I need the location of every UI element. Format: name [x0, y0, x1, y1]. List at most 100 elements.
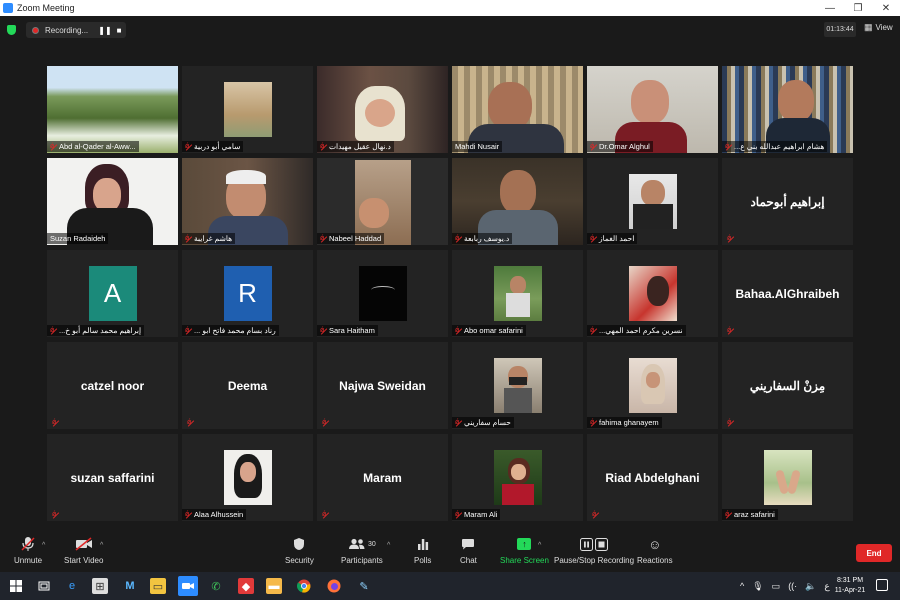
participant-tile[interactable]: Rǿ رناد بسام محمد فاتح ابو ... — [182, 250, 313, 337]
participant-tile[interactable]: إبراهيم أبوحماد ǿ — [722, 158, 853, 245]
chat-bubble-icon — [461, 536, 475, 552]
participant-tile[interactable]: ǿ araz safarini — [722, 434, 853, 521]
encryption-shield-icon[interactable] — [7, 25, 16, 35]
battery-icon[interactable]: ▭ — [772, 581, 781, 592]
participant-tile[interactable]: ǿ Dr.Omar Alghul — [587, 66, 718, 153]
participant-nametag: ǿ سامي أبو دربية — [182, 141, 244, 152]
folder-icon[interactable]: ▬ — [266, 578, 282, 594]
participant-tile[interactable]: Bahaa.AlGhraibeh ǿ — [722, 250, 853, 337]
stop-recording-button[interactable]: ■ — [112, 26, 126, 35]
task-view-icon[interactable] — [36, 578, 52, 594]
muted-mic-icon: ǿ — [52, 419, 59, 426]
taskbar-clock[interactable]: 8:31 PM 11-Apr-21 — [830, 576, 870, 596]
participant-tile[interactable]: ǿ Maram Ali — [452, 434, 583, 521]
participant-tile[interactable]: Najwa Sweidan ǿ — [317, 342, 448, 429]
participant-tile[interactable]: ǿ احمد الغماز — [587, 158, 718, 245]
participant-nametag: ǿ إبراهيم محمد سالم أبو خ... — [47, 325, 145, 336]
participant-nametag: ǿ د.يوسف ربابعة — [452, 233, 513, 244]
participant-display-name: catzel noor — [80, 378, 145, 393]
participant-display-name: Maram — [363, 470, 402, 485]
muted-mic-icon: ǿ — [727, 419, 734, 426]
polls-button[interactable]: Polls — [414, 536, 431, 565]
pause-stop-recording-label: Pause/Stop Recording — [554, 556, 635, 565]
whatsapp-icon[interactable]: ✆ — [208, 578, 224, 594]
video-options-caret-icon[interactable]: ^ — [100, 542, 103, 549]
pause-stop-recording-button[interactable]: Pause/Stop Recording — [554, 536, 634, 565]
participant-profile-picture — [452, 250, 583, 337]
file-explorer-icon[interactable]: ▭ — [150, 578, 166, 594]
notifications-icon[interactable] — [876, 579, 888, 591]
participant-video — [182, 158, 313, 245]
share-options-caret-icon[interactable]: ^ — [538, 542, 541, 549]
participant-tile[interactable]: ǿ د.نهال عقيل مهيدات — [317, 66, 448, 153]
system-tray: ^ 🎙 ▭ ((· 🔈 ع — [740, 576, 830, 596]
tray-expand-icon[interactable]: ^ — [740, 581, 744, 591]
view-button[interactable]: ▦ View — [864, 22, 893, 33]
share-screen-button[interactable]: ↑ Share Screen — [500, 536, 549, 565]
volume-icon[interactable]: 🔈 — [805, 581, 816, 592]
participant-tile[interactable]: ǿ سامي أبو دربية — [182, 66, 313, 153]
participant-avatar-letter: R — [223, 266, 272, 321]
chrome-icon[interactable] — [296, 578, 312, 594]
participant-tile[interactable]: ǿ Nabeel Haddad — [317, 158, 448, 245]
mic-muted-icon — [21, 536, 35, 552]
anydesk-icon[interactable]: ◆ — [238, 578, 254, 594]
reactions-button[interactable]: ☺ Reactions — [637, 536, 673, 566]
participant-tile[interactable]: ǿ حسام سفاريني — [452, 342, 583, 429]
security-button[interactable]: Security — [285, 536, 314, 565]
participant-tile[interactable]: ǿ Abd al-Qader al-Aww... — [47, 66, 178, 153]
participant-tile[interactable]: Deema ǿ — [182, 342, 313, 429]
input-language-indicator[interactable]: ع — [824, 581, 829, 592]
participant-tile[interactable]: catzel noor ǿ — [47, 342, 178, 429]
camera-off-icon — [75, 536, 93, 552]
participant-tile[interactable]: Mahdi Nusair — [452, 66, 583, 153]
participant-tile[interactable]: ǿ fahima ghanayem — [587, 342, 718, 429]
tray-mic-icon[interactable]: 🎙 — [752, 581, 763, 592]
maximize-button[interactable]: ❐ — [844, 3, 872, 14]
wifi-icon[interactable]: ((· — [788, 581, 797, 591]
muted-mic-icon: ǿ — [592, 511, 599, 518]
participant-tile[interactable]: ǿ هاشم غرايبة — [182, 158, 313, 245]
participant-tile[interactable]: Riad Abdelghani ǿ — [587, 434, 718, 521]
mail-app-icon[interactable]: M — [122, 578, 138, 594]
participant-tile[interactable]: ǿ نسرين مكرم احمد المهي... — [587, 250, 718, 337]
participant-tile[interactable]: ǿ Sara Haitham — [317, 250, 448, 337]
participant-tile[interactable]: ǿ هشام ابراهيم عبدالله بني ع... — [722, 66, 853, 153]
participant-tile[interactable]: ǿ Abo omar safarini — [452, 250, 583, 337]
end-meeting-button[interactable]: End — [856, 544, 892, 562]
minimize-button[interactable]: — — [816, 3, 844, 14]
participant-tile[interactable]: Suzan Radaideh — [47, 158, 178, 245]
participant-tile[interactable]: ǿ Alaa Alhussein — [182, 434, 313, 521]
chat-button[interactable]: Chat — [460, 536, 477, 565]
unmute-button[interactable]: Unmute — [14, 536, 42, 565]
participant-tile[interactable]: Aǿ إبراهيم محمد سالم أبو خ... — [47, 250, 178, 337]
firefox-icon[interactable] — [326, 578, 342, 594]
close-button[interactable]: ✕ — [872, 3, 900, 14]
muted-mic-icon: ǿ — [590, 419, 597, 426]
audio-options-caret-icon[interactable]: ^ — [42, 542, 45, 549]
paint-icon[interactable]: ✎ — [356, 578, 372, 594]
participants-caret-icon[interactable]: ^ — [387, 542, 390, 549]
participant-nametag: ǿ Alaa Alhussein — [182, 509, 247, 520]
participant-tile[interactable]: Maram ǿ — [317, 434, 448, 521]
edge-browser-icon[interactable]: e — [64, 578, 80, 594]
participant-video — [452, 66, 583, 153]
participant-nametag: Suzan Radaideh — [47, 233, 109, 244]
participant-name: Abd al-Qader al-Aww... — [59, 142, 136, 151]
pause-recording-button[interactable]: ❚❚ — [98, 26, 112, 35]
view-label: View — [875, 23, 893, 32]
meeting-timer: 01:13:44 — [824, 22, 856, 37]
store-icon[interactable]: ⊞ — [92, 578, 108, 594]
participant-display-name: Deema — [227, 378, 268, 393]
participant-tile[interactable]: مِزنْ السفاريني ǿ — [722, 342, 853, 429]
participant-tile[interactable]: ǿ د.يوسف ربابعة — [452, 158, 583, 245]
muted-mic-icon: ǿ — [590, 235, 597, 242]
start-video-button[interactable]: Start Video — [64, 536, 103, 565]
zoom-logo-icon — [3, 3, 13, 13]
zoom-taskbar-icon[interactable] — [178, 576, 198, 596]
participants-button[interactable]: 30 Participants — [341, 536, 383, 565]
participant-tile[interactable]: suzan saffarini ǿ — [47, 434, 178, 521]
participant-nametag: ǿ Nabeel Haddad — [317, 233, 385, 244]
muted-mic-icon: ǿ — [185, 143, 192, 150]
windows-start-icon[interactable] — [8, 578, 24, 594]
